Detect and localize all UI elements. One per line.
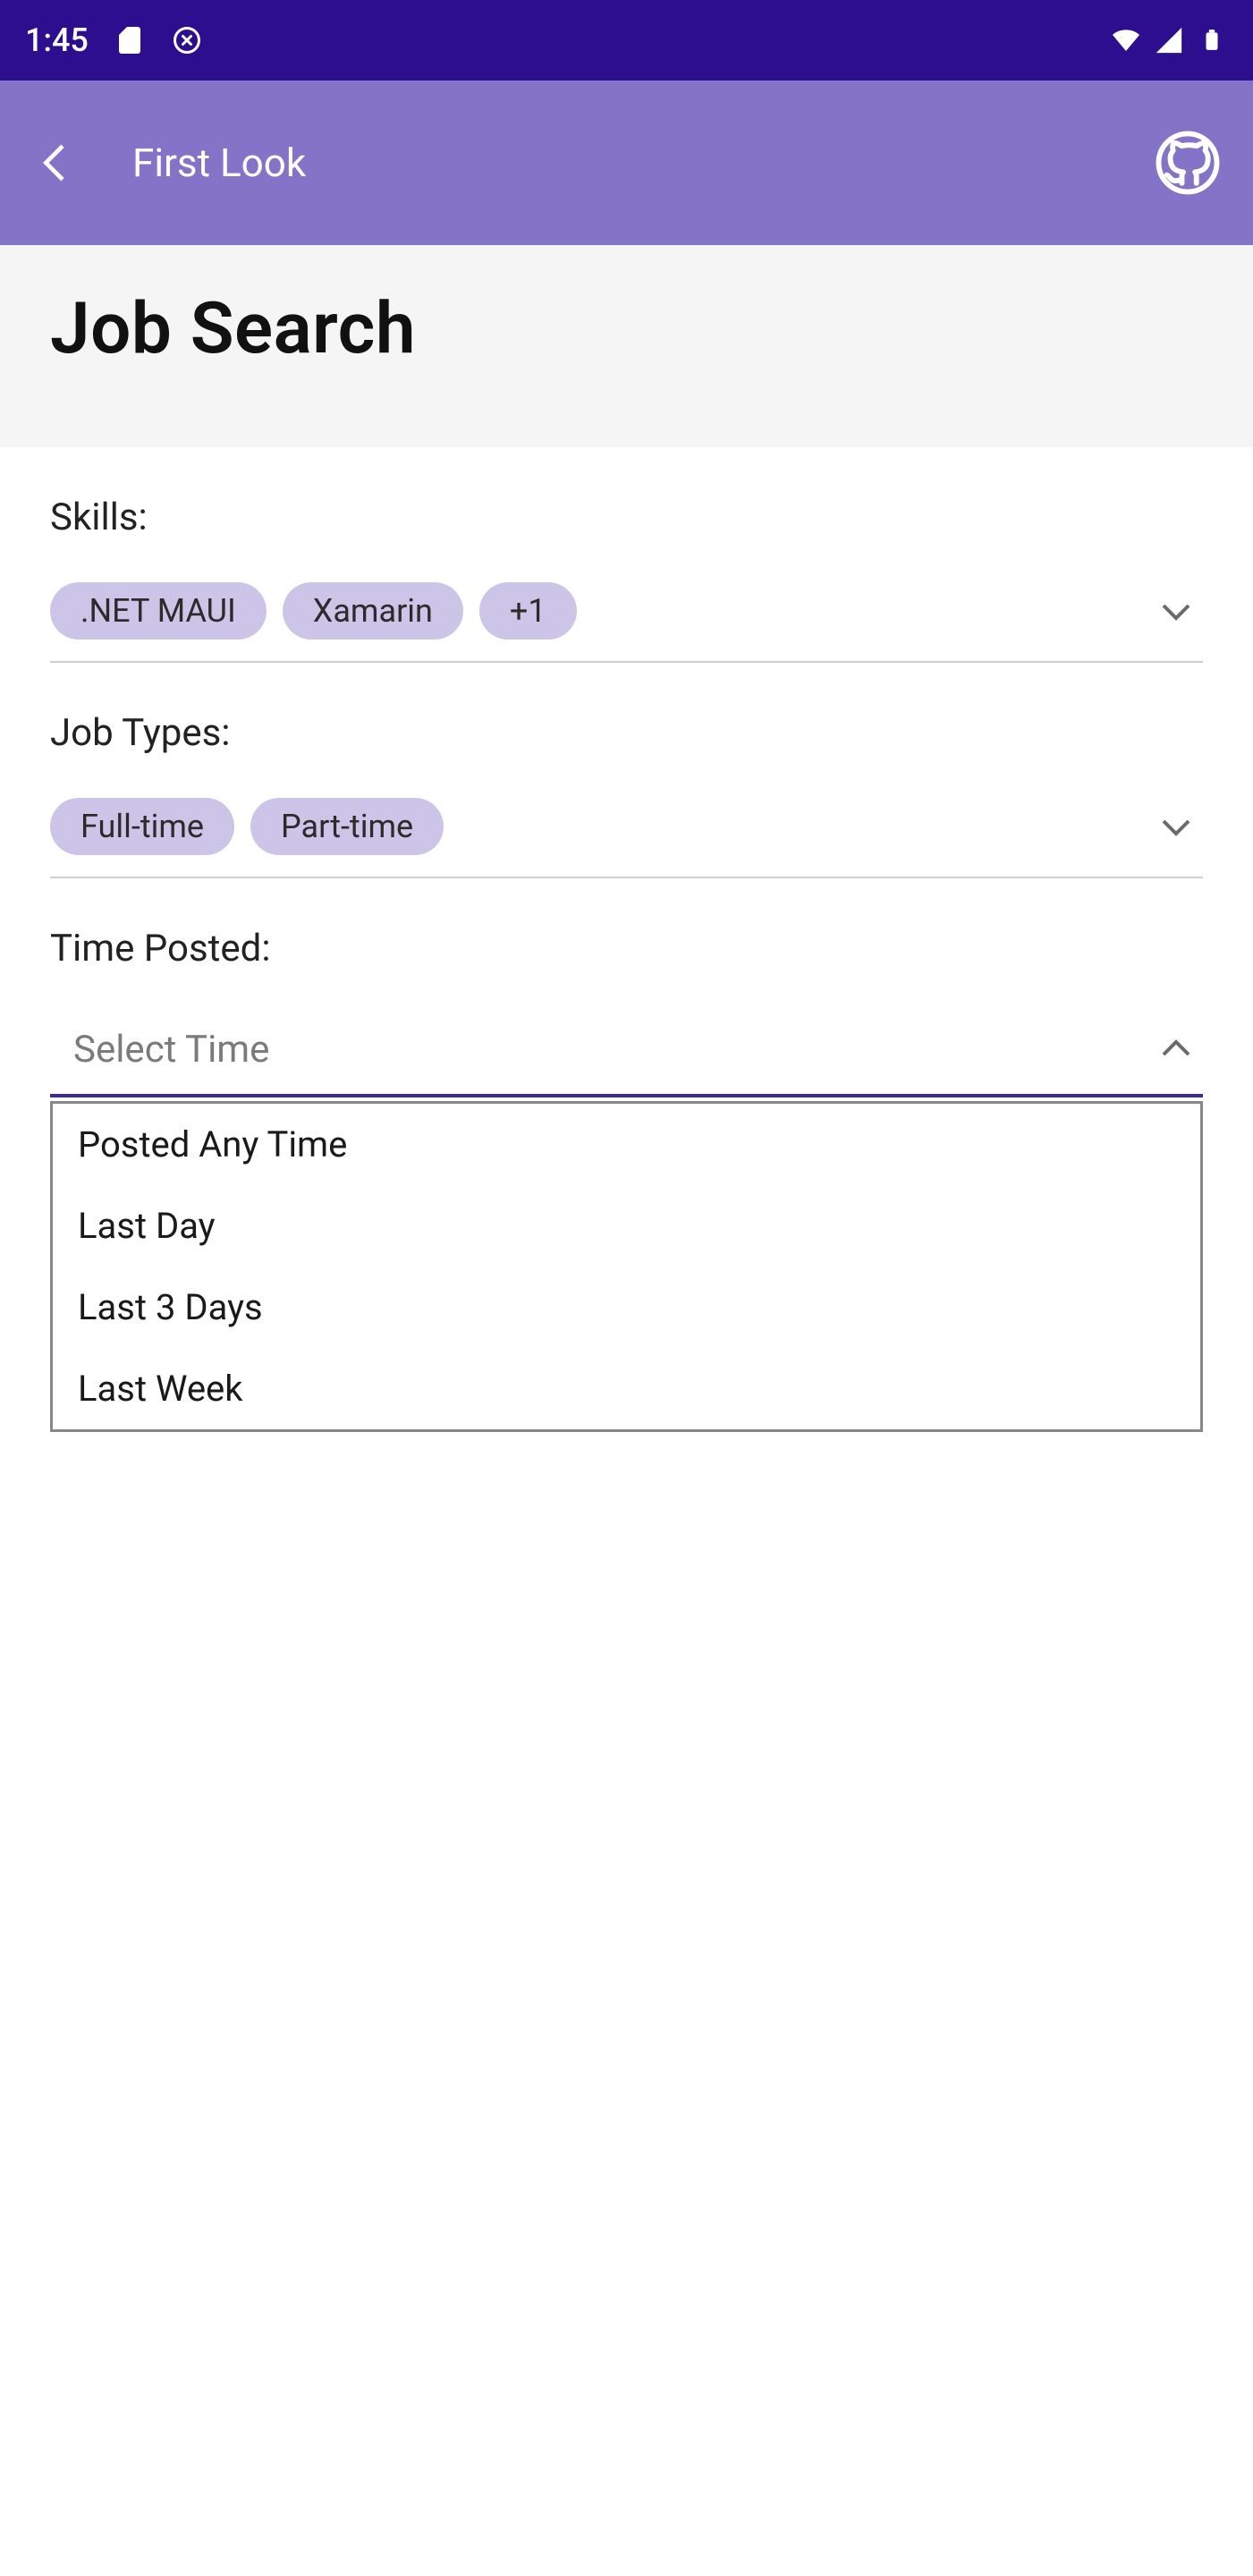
app-bar: First Look xyxy=(0,80,1253,245)
jobtypes-field: Job Types: Full-time Part-time xyxy=(50,663,1203,878)
back-button[interactable] xyxy=(25,131,88,194)
github-icon xyxy=(1153,128,1223,198)
wifi-icon xyxy=(1110,24,1142,56)
skills-chip-row[interactable]: .NET MAUI Xamarin +1 xyxy=(50,582,1203,663)
timeposted-option[interactable]: Last Week xyxy=(53,1348,1200,1429)
cell-signal-icon xyxy=(1153,24,1185,56)
skill-chip-overflow[interactable]: +1 xyxy=(479,582,577,640)
timeposted-label: Time Posted: xyxy=(50,927,1203,970)
skills-label: Skills: xyxy=(50,496,1203,539)
timeposted-option[interactable]: Last 3 Days xyxy=(53,1267,1200,1348)
appbar-title: First Look xyxy=(132,140,1147,186)
chevron-down-icon xyxy=(1155,589,1198,632)
status-bar: 1:45 xyxy=(0,0,1253,80)
timeposted-placeholder: Select Time xyxy=(50,1028,1149,1072)
jobtypes-chip-row[interactable]: Full-time Part-time xyxy=(50,798,1203,878)
timeposted-dropdown: Posted Any Time Last Day Last 3 Days Las… xyxy=(50,1101,1203,1432)
skill-chip[interactable]: .NET MAUI xyxy=(50,582,267,640)
jobtype-chip[interactable]: Full-time xyxy=(50,798,234,855)
timeposted-option[interactable]: Posted Any Time xyxy=(53,1104,1200,1185)
skills-chips: .NET MAUI Xamarin +1 xyxy=(50,582,1133,640)
battery-icon xyxy=(1196,24,1228,56)
github-button[interactable] xyxy=(1147,123,1228,203)
page-title: Job Search xyxy=(50,286,1203,370)
timeposted-select[interactable]: Select Time xyxy=(50,1013,1203,1097)
timeposted-field: Time Posted: Select Time Posted Any Time… xyxy=(50,878,1203,1432)
skills-expand-button[interactable] xyxy=(1149,584,1203,638)
jobtypes-chips: Full-time Part-time xyxy=(50,798,1133,855)
jobtypes-expand-button[interactable] xyxy=(1149,800,1203,853)
status-right xyxy=(1110,24,1228,56)
content: Skills: .NET MAUI Xamarin +1 Job Types: … xyxy=(0,447,1253,1432)
skill-chip[interactable]: Xamarin xyxy=(283,582,463,640)
jobtypes-label: Job Types: xyxy=(50,711,1203,755)
timeposted-option[interactable]: Last Day xyxy=(53,1185,1200,1267)
chevron-up-icon xyxy=(1155,1028,1198,1071)
chevron-left-icon xyxy=(31,138,81,188)
timeposted-collapse-button[interactable] xyxy=(1149,1022,1203,1076)
status-time: 1:45 xyxy=(25,21,89,59)
debug-icon xyxy=(171,24,203,56)
chevron-down-icon xyxy=(1155,805,1198,848)
status-left: 1:45 xyxy=(25,21,203,59)
page-header: Job Search xyxy=(0,245,1253,447)
jobtype-chip[interactable]: Part-time xyxy=(250,798,444,855)
sd-card-icon xyxy=(114,24,146,56)
skills-field: Skills: .NET MAUI Xamarin +1 xyxy=(50,447,1203,663)
